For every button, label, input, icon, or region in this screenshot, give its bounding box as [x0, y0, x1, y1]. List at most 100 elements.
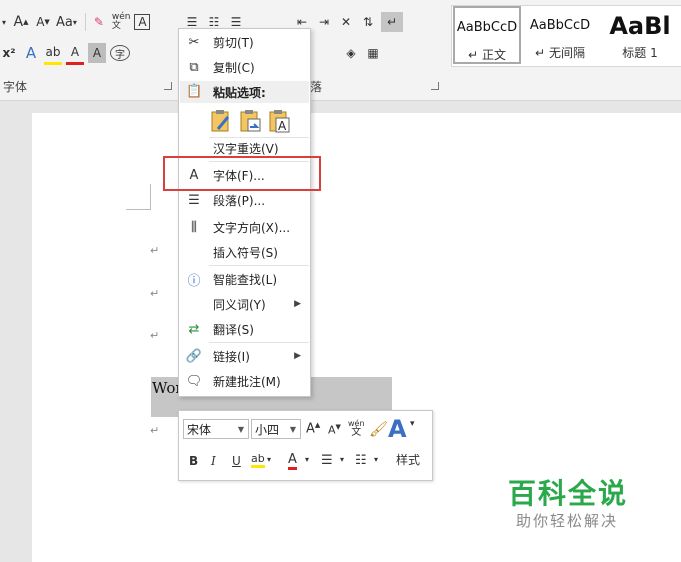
ribbon: ▾ A ▲ A ▼ Aa ▾ ✎ wén 文 A ☰ ☷ ☰ ⇤ ⇥ ✕ ⇅ ↵ x² … — [0, 0, 681, 101]
chevron-down-icon: ▼ — [237, 425, 244, 434]
chevron-down-icon: ▾ — [267, 455, 272, 464]
styles-icon[interactable]: A — [388, 415, 407, 443]
ribbon-separator — [84, 13, 86, 31]
shrink-font-button[interactable]: A▼ — [34, 12, 52, 32]
char-shading-icon[interactable]: A — [88, 43, 106, 63]
style-preview: AaBbCcD — [456, 20, 518, 35]
clear-format-icon[interactable]: ✎ — [90, 12, 108, 32]
phonetic-guide-icon[interactable]: wén 文 — [112, 12, 131, 32]
phonetic-guide-icon[interactable]: wén 文 — [348, 419, 365, 438]
style-heading-1[interactable]: AaBl 标题 1 — [598, 6, 681, 64]
style-name: ↵ 正文 — [468, 48, 506, 62]
font-group-label: 字体 — [3, 80, 28, 94]
paste-options-label: 粘贴选项: — [213, 86, 266, 100]
enclose-char-icon[interactable]: 字 — [110, 45, 130, 61]
chevron-down-icon: ▾ — [374, 455, 379, 464]
change-case-button[interactable]: Aa ▾ — [56, 12, 77, 32]
menu-item-label: 新建批注(M) — [213, 374, 281, 389]
submenu-arrow-icon: ▶ — [294, 299, 301, 309]
style-name: ↵ 无间隔 — [535, 46, 585, 60]
style-name: 标题 1 — [622, 46, 658, 60]
menu-item-label: 剪切(T) — [213, 35, 254, 50]
grow-font-button[interactable]: A▲ — [12, 12, 30, 32]
dropdown-arrow-icon[interactable]: ▾ — [0, 12, 8, 32]
menu-item-label: 翻译(S) — [213, 322, 254, 337]
borders-icon[interactable]: ▦ — [364, 43, 382, 63]
sort-icon[interactable]: ⇅ — [359, 12, 377, 32]
menu-item-label: 同义词(Y) — [213, 297, 266, 312]
bullets-icon[interactable]: ☰ — [321, 453, 333, 468]
ribbon-row-2-right: ◈ ▦ — [342, 42, 386, 64]
svg-text:A: A — [278, 119, 287, 133]
styles-gallery: AaBbCcD ↵ 正文 AaBbCcD ↵ 无间隔 AaBl 标题 1 — [451, 5, 681, 67]
submenu-arrow-icon: ▶ — [294, 351, 301, 361]
paragraph-mark: ↵ — [150, 244, 160, 257]
font-color-icon[interactable]: A — [66, 42, 84, 65]
copy-icon: ⧉ — [189, 59, 199, 75]
italic-button[interactable]: I — [211, 454, 216, 468]
font-color-icon[interactable]: A — [288, 452, 297, 470]
paragraph-mark: ↵ — [150, 329, 160, 342]
style-no-spacing[interactable]: AaBbCcD ↵ 无间隔 — [524, 6, 596, 64]
menu-item-link[interactable]: 🔗 链接(I) ▶ — [179, 344, 310, 368]
font-name-value: 宋体 — [187, 423, 212, 437]
underline-button[interactable]: U — [232, 454, 241, 468]
paragraph-dialog-launcher[interactable] — [431, 82, 439, 90]
menu-item-smart-lookup[interactable]: ⓘ 智能查找(L) — [179, 267, 310, 291]
styles-label: 样式 — [396, 453, 421, 467]
text-effects-icon[interactable]: A — [22, 43, 40, 63]
chevron-down-icon: ▾ — [305, 455, 310, 464]
menu-item-new-comment[interactable]: 🗨 新建批注(M) — [179, 369, 310, 393]
grow-font-button[interactable]: A▲ — [306, 421, 320, 436]
paragraph-mark: ↵ — [150, 424, 160, 437]
font-dialog-launcher[interactable] — [164, 82, 172, 90]
superscript-button[interactable]: x² — [0, 43, 18, 63]
bold-button[interactable]: B — [189, 454, 198, 468]
menu-item-label: 文字方向(X)... — [213, 220, 291, 235]
chevron-down-icon: ▾ — [410, 419, 415, 429]
paragraph-group-label: 落 — [310, 80, 323, 94]
chinese-layout-icon[interactable]: ✕ — [337, 12, 355, 32]
menu-item-copy[interactable]: ⧉ 复制(C) — [179, 55, 310, 79]
font-name-select[interactable]: 宋体 ▼ — [183, 419, 249, 439]
paste-keep-format-icon[interactable] — [210, 109, 232, 133]
format-painter-icon[interactable]: 🖌 — [369, 420, 388, 438]
highlight-color-icon[interactable]: ab — [44, 42, 62, 65]
smart-lookup-icon: ⓘ — [187, 273, 201, 289]
menu-item-text-direction[interactable]: ⫼ 文字方向(X)... — [179, 215, 310, 239]
paragraph-icon: ☰ — [188, 192, 200, 208]
ribbon-row-1: ▾ A ▲ A ▼ Aa ▾ ✎ wén 文 A — [0, 11, 154, 33]
watermark-subtitle: 助你轻松解决 — [516, 512, 619, 530]
clipboard-icon: 📋 — [186, 84, 203, 99]
text-direction-icon: ⫼ — [191, 219, 197, 235]
menu-item-label: 插入符号(S) — [213, 245, 278, 260]
paragraph-mark: ↵ — [150, 287, 160, 300]
mini-toolbar: 宋体 ▼ 小四 ▼ A▲ A▼ wén 文 🖌 A ▾ 样式 B I U ab ▾… — [178, 410, 433, 481]
paste-text-only-icon[interactable]: A — [268, 109, 290, 133]
ribbon-row-2: x² A ab A A 字 — [0, 42, 134, 65]
menu-item-synonyms[interactable]: 同义词(Y) ▶ — [179, 292, 310, 316]
char-border-icon[interactable]: A — [134, 14, 151, 30]
margin-corner-mark — [150, 184, 151, 209]
menu-item-cut[interactable]: ✂ 剪切(T) — [179, 30, 310, 54]
margin-corner-mark — [126, 209, 151, 210]
menu-item-label: 链接(I) — [213, 349, 250, 364]
menu-item-translate[interactable]: ⇄ 翻译(S) — [179, 317, 310, 341]
highlight-color-icon[interactable]: ab — [251, 452, 265, 468]
menu-item-label: 复制(C) — [213, 60, 255, 75]
chevron-down-icon: ▼ — [289, 425, 296, 434]
paste-merge-format-icon[interactable] — [239, 109, 261, 133]
style-normal[interactable]: AaBbCcD ↵ 正文 — [453, 6, 521, 64]
shading-icon[interactable]: ◈ — [342, 43, 360, 63]
menu-item-label: 汉字重选(V) — [213, 141, 279, 156]
numbering-icon[interactable]: ☷ — [355, 453, 367, 468]
menu-item-insert-symbol[interactable]: 插入符号(S) — [179, 240, 310, 264]
show-marks-icon[interactable]: ↵ — [381, 12, 403, 32]
font-size-select[interactable]: 小四 ▼ — [251, 419, 301, 439]
increase-indent-icon[interactable]: ⇥ — [315, 12, 333, 32]
paste-options-header: 📋 粘贴选项: — [180, 81, 309, 103]
comment-icon: 🗨 — [185, 373, 203, 389]
menu-separator — [209, 342, 309, 343]
shrink-font-button[interactable]: A▼ — [328, 423, 341, 437]
menu-item-paragraph[interactable]: ☰ 段落(P)... — [179, 188, 310, 212]
